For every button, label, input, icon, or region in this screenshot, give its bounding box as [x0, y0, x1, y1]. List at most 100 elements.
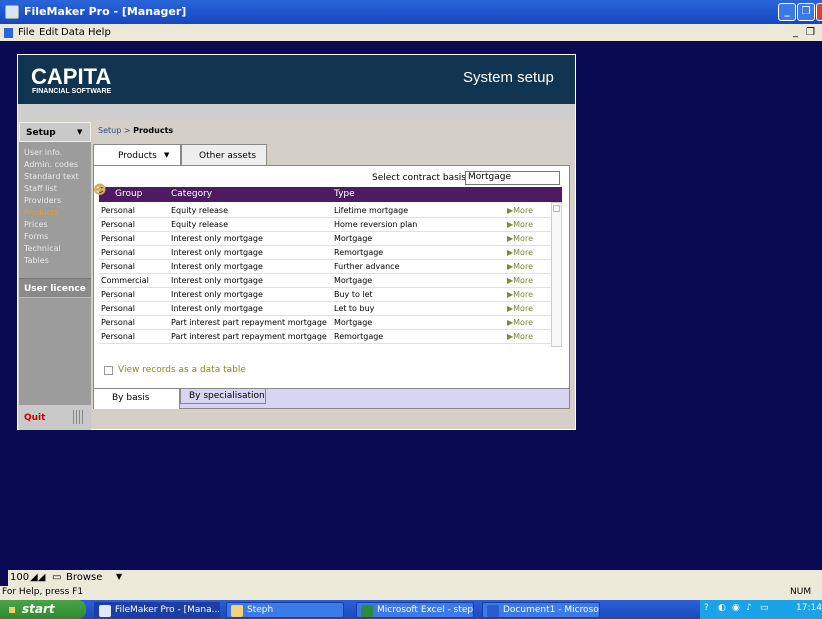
close-button[interactable]	[816, 3, 822, 21]
sidebar-item-technical[interactable]: Technical	[24, 244, 61, 253]
start-label: start	[22, 602, 55, 616]
zoom-bar: 100 ◢◢ ▭ Browse ▼	[8, 570, 822, 586]
sidebar-item-admin-codes[interactable]: Admin. codes	[24, 160, 78, 169]
menu-data[interactable]: Data	[61, 27, 85, 38]
sidebar-item-tables[interactable]: Tables	[24, 256, 49, 265]
start-button[interactable]: ▪ start	[0, 600, 86, 619]
chevron-down-icon: ▼	[164, 151, 170, 159]
cell-type: Let to buy	[334, 304, 375, 313]
task-word-label: Document1 - Microsof...	[503, 605, 600, 615]
view-as-table-link[interactable]: View records as a data table	[104, 365, 246, 375]
scroll-thumb[interactable]	[553, 205, 560, 212]
taskbar: ▪ start FileMaker Pro - [Mana... Steph M…	[0, 600, 822, 619]
more-link[interactable]: ▶More	[507, 234, 533, 243]
header-divider	[18, 104, 575, 120]
sidebar-item-forms[interactable]: Forms	[24, 232, 48, 241]
zoom-level[interactable]: 100	[10, 572, 29, 583]
breadcrumb-setup-link[interactable]: Setup	[98, 126, 121, 135]
table-row[interactable]: Personal Part interest part repayment mo…	[99, 316, 551, 330]
sidebar-user-licence[interactable]: User licence	[19, 278, 91, 298]
cell-type: Remortgage	[334, 248, 384, 257]
tab-by-basis[interactable]: By basis	[94, 389, 180, 409]
task-steph-label: Steph	[247, 605, 274, 615]
cell-group: Personal	[101, 290, 136, 299]
inner-minimize-button[interactable]: _	[793, 27, 798, 38]
cell-category: Part interest part repayment mortgage	[171, 332, 327, 341]
filemaker-app-icon	[99, 605, 111, 617]
cell-category: Interest only mortgage	[171, 262, 263, 271]
sidebar-item-staff-list[interactable]: Staff list	[24, 184, 57, 193]
app-window: CAPITA FINANCIAL SOFTWARE System setup S…	[17, 54, 576, 430]
view-as-table-label: View records as a data table	[118, 365, 246, 375]
more-link[interactable]: ▶More	[507, 248, 533, 257]
table-row[interactable]: Personal Interest only mortgage Remortga…	[99, 246, 551, 260]
column-header-category[interactable]: Category	[171, 189, 212, 199]
sidebar-setup-dropdown[interactable]: Setup ▼	[19, 122, 91, 142]
task-excel[interactable]: Microsoft Excel - step...	[356, 602, 474, 618]
task-steph[interactable]: Steph	[226, 602, 344, 618]
tab-by-specialisation[interactable]: By specialisation	[180, 389, 266, 404]
table-row[interactable]: Personal Equity release Home reversion p…	[99, 218, 551, 232]
security-icon[interactable]: ◉	[732, 603, 740, 613]
mode-selector[interactable]: Browse	[66, 572, 102, 583]
sidebar-item-prices[interactable]: Prices	[24, 220, 48, 229]
table-row[interactable]: Commercial Interest only mortgage Mortga…	[99, 274, 551, 288]
more-link[interactable]: ▶More	[507, 262, 533, 271]
inner-restore-button[interactable]: ❐	[806, 27, 815, 38]
more-link-label: More	[513, 332, 533, 341]
sidebar: Setup ▼ User info. Admin. codes Standard…	[19, 122, 91, 430]
menu-edit[interactable]: Edit	[39, 27, 58, 38]
task-filemaker[interactable]: FileMaker Pro - [Mana...	[94, 602, 220, 618]
table-row[interactable]: Personal Equity release Lifetime mortgag…	[99, 204, 551, 218]
restore-button[interactable]: ❐	[797, 3, 815, 21]
cell-type: Home reversion plan	[334, 220, 418, 229]
more-link[interactable]: ▶More	[507, 276, 533, 285]
volume-icon[interactable]: ♪	[746, 603, 752, 613]
more-link[interactable]: ▶More	[507, 220, 533, 229]
table-row[interactable]: Personal Interest only mortgage Mortgage…	[99, 232, 551, 246]
column-header-group[interactable]: Group	[115, 189, 142, 199]
menu-file[interactable]: File	[18, 27, 35, 38]
tab-other-assets[interactable]: Other assets	[181, 144, 267, 166]
cell-type: Mortgage	[334, 276, 373, 285]
network-icon[interactable]: ◐	[718, 603, 726, 613]
table-row[interactable]: Personal Interest only mortgage Buy to l…	[99, 288, 551, 302]
cell-type: Remortgage	[334, 332, 384, 341]
contract-basis-field[interactable]: Mortgage	[465, 171, 560, 185]
chevron-down-icon[interactable]: ▼	[116, 572, 122, 581]
more-link[interactable]: ▶More	[507, 206, 533, 215]
window-title: FileMaker Pro - [Manager]	[24, 5, 187, 18]
page-title: System setup	[463, 69, 554, 86]
zoom-icon[interactable]: ◢◢	[30, 572, 45, 583]
menu-help[interactable]: Help	[88, 27, 111, 38]
table-scrollbar[interactable]	[551, 202, 562, 347]
tab-products[interactable]: Products ▼	[93, 144, 181, 166]
more-link[interactable]: ▶More	[507, 304, 533, 313]
more-link[interactable]: ▶More	[507, 332, 533, 341]
more-link[interactable]: ▶More	[507, 290, 533, 299]
user-licence-label: User licence	[24, 284, 86, 294]
status-area-icon[interactable]: ▭	[52, 572, 61, 583]
window-title-bar: FileMaker Pro - [Manager] _ ❐	[0, 0, 822, 24]
table-row[interactable]: Personal Part interest part repayment mo…	[99, 330, 551, 344]
bottom-tabs: By basis By specialisation	[94, 388, 569, 409]
filemaker-app-icon	[5, 5, 19, 19]
chevron-down-icon: ▼	[77, 128, 83, 136]
more-link-label: More	[513, 318, 533, 327]
cell-group: Personal	[101, 248, 136, 257]
table-row[interactable]: Personal Interest only mortgage Further …	[99, 260, 551, 274]
monitor-icon[interactable]: ▭	[760, 603, 769, 613]
sidebar-item-user-info[interactable]: User info.	[24, 148, 62, 157]
quit-button[interactable]: Quit	[24, 413, 45, 423]
more-link-label: More	[513, 248, 533, 257]
sidebar-item-providers[interactable]: Providers	[24, 196, 61, 205]
table-row[interactable]: Personal Interest only mortgage Let to b…	[99, 302, 551, 316]
more-link[interactable]: ▶More	[507, 318, 533, 327]
sidebar-item-standard-text[interactable]: Standard text	[24, 172, 79, 181]
column-header-type[interactable]: Type	[334, 189, 355, 199]
sidebar-item-products[interactable]: Products	[24, 208, 59, 217]
task-word[interactable]: Document1 - Microsof...	[482, 602, 600, 618]
cell-category: Interest only mortgage	[171, 290, 263, 299]
help-icon[interactable]: ?	[704, 603, 709, 613]
minimize-button[interactable]: _	[778, 3, 796, 21]
